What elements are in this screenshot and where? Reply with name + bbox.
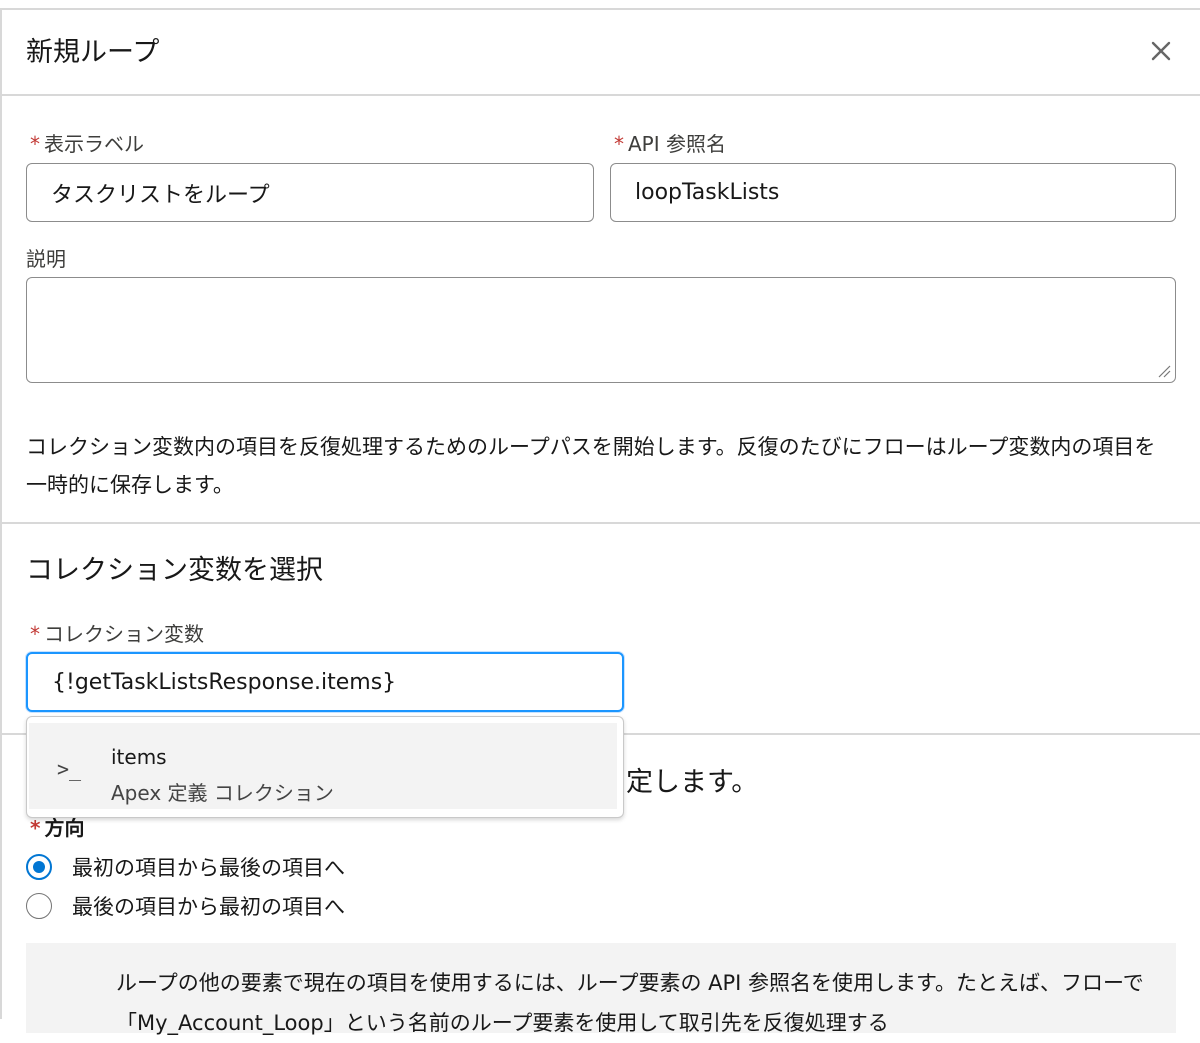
left-border (0, 8, 2, 1019)
order-section-heading: 定します。 (626, 767, 759, 798)
description-textarea[interactable] (26, 277, 1176, 383)
modal: 新規ループ * 表示ラベル タスクリストをループ * API 参照名 loopTas… (0, 0, 1200, 1035)
api-name-input-value: loopTaskLists (635, 180, 780, 205)
radio-first-to-last[interactable]: 最初の項目から最後の項目へ (26, 852, 345, 882)
close-icon (1151, 41, 1171, 61)
close-button[interactable] (1146, 36, 1176, 66)
radio-last-to-first[interactable]: 最後の項目から最初の項目へ (26, 891, 345, 921)
radio-unchecked-icon[interactable] (26, 893, 52, 919)
required-marker: * (614, 132, 624, 156)
collection-variable-input[interactable]: {!getTaskListsResponse.items} (26, 652, 624, 712)
terminal-icon: >_ (57, 757, 82, 781)
resize-handle-icon[interactable] (1157, 364, 1171, 378)
collection-section-title: コレクション変数を選択 (26, 555, 323, 586)
collection-variable-value: {!getTaskListsResponse.items} (52, 669, 397, 695)
option-name: items (111, 745, 167, 769)
option-type: Apex 定義 コレクション (111, 781, 334, 805)
modal-title: 新規ループ (26, 37, 160, 68)
api-name-field-label: * API 参照名 (614, 128, 726, 157)
label-field-text: 表示ラベル (44, 132, 144, 156)
api-name-input[interactable]: loopTaskLists (610, 163, 1176, 222)
required-marker: * (30, 816, 41, 840)
api-name-field-text: API 参照名 (628, 132, 726, 156)
required-marker: * (30, 132, 40, 156)
label-input[interactable]: タスクリストをループ (26, 163, 594, 222)
description-label: 説明 (26, 247, 66, 271)
required-marker: * (30, 622, 40, 646)
info-box: ループの他の要素で現在の項目を使用するには、ループ要素の API 参照名を使用し… (26, 943, 1176, 1035)
top-border (0, 8, 1200, 10)
info-text: ループの他の要素で現在の項目を使用するには、ループ要素の API 参照名を使用し… (116, 971, 1144, 1035)
radio-label: 最初の項目から最後の項目へ (72, 856, 345, 880)
help-text: コレクション変数内の項目を反復処理するためのループパスを開始します。反復のたびに… (26, 435, 1156, 497)
collection-variable-label: * コレクション変数 (30, 618, 204, 647)
collection-dropdown: >_ items Apex 定義 コレクション (26, 716, 624, 818)
radio-checked-icon[interactable] (26, 854, 52, 880)
label-field-label: * 表示ラベル (30, 128, 144, 157)
collection-variable-text: コレクション変数 (44, 622, 204, 646)
radio-label: 最後の項目から最初の項目へ (72, 895, 345, 919)
dropdown-option-items[interactable]: >_ items Apex 定義 コレクション (29, 723, 617, 809)
header-divider (0, 94, 1200, 96)
label-input-value: タスクリストをループ (51, 182, 270, 208)
direction-label-text: 方向 (44, 816, 85, 840)
section-divider (0, 522, 1200, 524)
